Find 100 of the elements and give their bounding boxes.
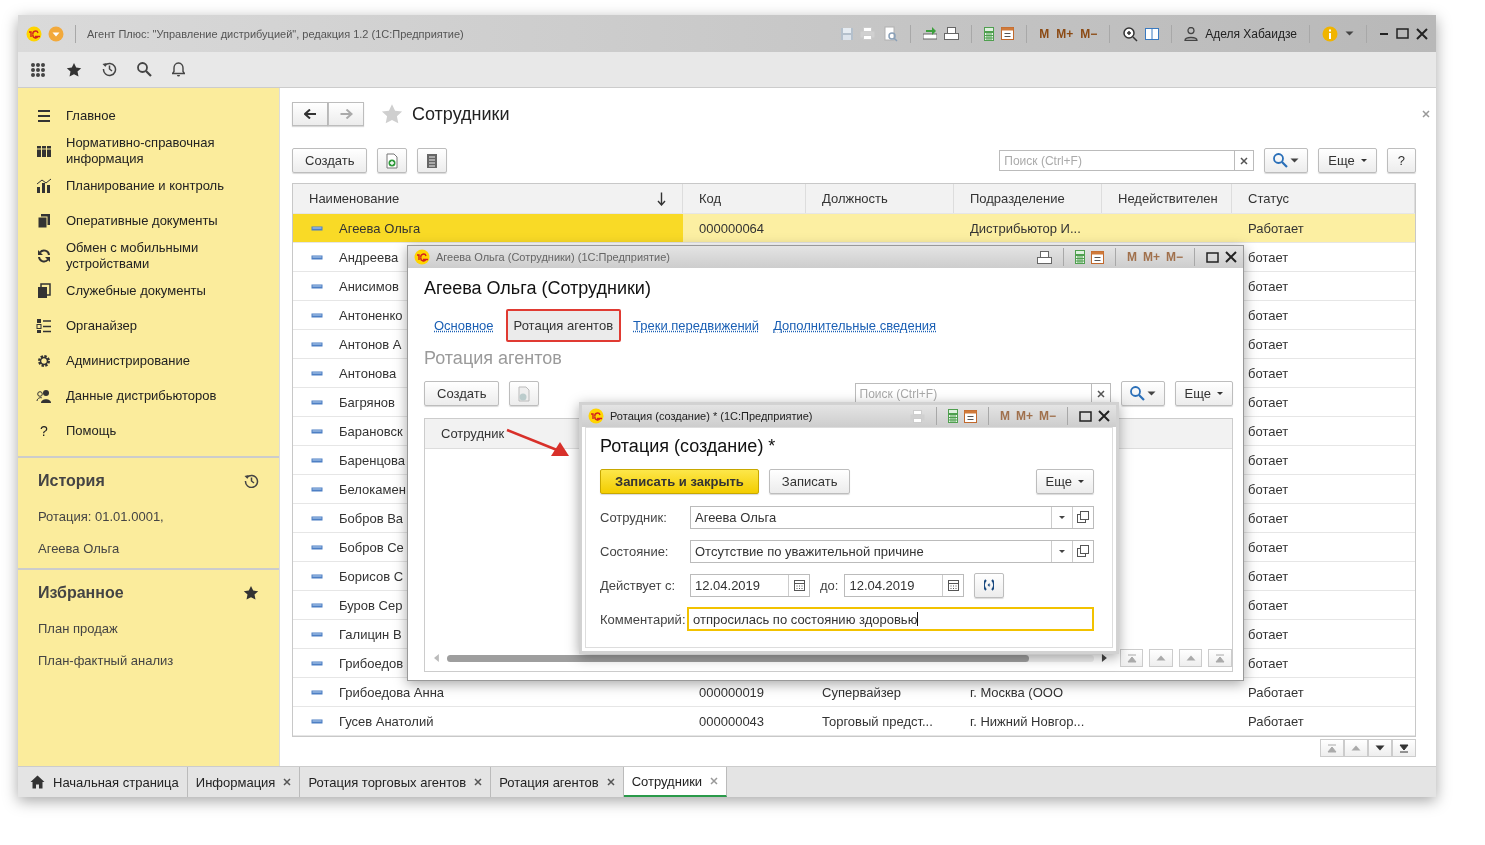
section-link[interactable]: Нормативно-справочная информация xyxy=(66,134,261,167)
column-header[interactable]: Должность xyxy=(806,184,954,213)
list-button[interactable] xyxy=(417,148,448,173)
close-icon[interactable] xyxy=(474,778,483,786)
section-link[interactable]: Органайзер xyxy=(66,317,137,334)
calculator-icon[interactable] xyxy=(1074,250,1085,264)
form-tab[interactable]: Ротация агентов xyxy=(505,309,622,342)
favorite-star-icon[interactable] xyxy=(380,102,404,126)
panel-icon[interactable] xyxy=(1145,27,1160,40)
callout-arrow xyxy=(505,428,571,458)
history-link[interactable]: Ротация: 01.01.0001, xyxy=(38,509,259,524)
form-tab[interactable]: Треки передвижений xyxy=(631,314,762,337)
maximize-icon[interactable] xyxy=(1079,410,1092,422)
tray-icon[interactable] xyxy=(944,27,960,40)
section-link[interactable]: Служебные документы xyxy=(66,282,206,299)
window-tab[interactable]: Ротация агентов xyxy=(491,767,624,797)
close-icon[interactable] xyxy=(1416,27,1428,40)
clear-button[interactable] xyxy=(1234,150,1255,171)
scrollbar[interactable] xyxy=(446,654,1094,662)
column-header[interactable]: Недействителен xyxy=(1102,184,1232,213)
bell-icon[interactable] xyxy=(172,62,185,77)
close-icon[interactable] xyxy=(1225,251,1237,263)
select-field[interactable]: Агеева Ольга xyxy=(690,505,1094,529)
section-link[interactable]: Помощь xyxy=(66,422,117,439)
scroll-right-icon[interactable] xyxy=(1099,653,1108,663)
search-field[interactable]: Поиск (Ctrl+F) xyxy=(999,150,1235,171)
favorite-link[interactable]: План-фактный анализ xyxy=(38,653,259,668)
section-link[interactable]: Обмен с мобильными устройствами xyxy=(66,239,261,272)
calendar-icon[interactable] xyxy=(1090,250,1104,264)
table-row[interactable]: Агеева Ольга 000000064 Дистрибьютор И... Работает xyxy=(293,214,1415,243)
window-tab[interactable]: Ротация торговых агентов xyxy=(300,767,492,797)
calendar-icon[interactable] xyxy=(793,579,805,591)
user-name[interactable]: Аделя Хабаидзе xyxy=(1205,26,1297,41)
window-tab[interactable]: Начальная страница xyxy=(22,767,188,797)
memory-button[interactable]: M+ xyxy=(1056,26,1074,41)
import-icon[interactable] xyxy=(923,27,938,40)
create-button[interactable]: Создать xyxy=(424,381,500,406)
save-button[interactable]: Записать xyxy=(768,469,851,494)
zoom-icon[interactable] xyxy=(1122,25,1139,42)
period-button[interactable] xyxy=(974,572,1005,598)
dropdown-icon[interactable] xyxy=(1059,549,1065,553)
section-link[interactable]: Оперативные документы xyxy=(66,212,218,229)
select-field[interactable]: Отсутствие по уважительной причине xyxy=(690,539,1094,563)
calendar-icon[interactable] xyxy=(1001,27,1015,40)
memory-button[interactable]: M xyxy=(1039,26,1050,41)
dropdown-icon[interactable] xyxy=(1059,515,1065,519)
item-icon xyxy=(311,689,323,695)
window-tab[interactable]: Информация xyxy=(187,767,301,797)
apps-icon[interactable] xyxy=(30,61,46,78)
maximize-icon[interactable] xyxy=(1396,28,1409,39)
caret-icon[interactable] xyxy=(1345,31,1354,36)
calendar-icon[interactable] xyxy=(963,409,977,423)
column-header[interactable]: Наименование xyxy=(293,184,683,213)
save-and-close-button[interactable]: Записать и закрыть xyxy=(600,469,759,494)
close-icon[interactable] xyxy=(1098,410,1110,422)
preview-icon[interactable] xyxy=(882,25,899,42)
add-copy-button[interactable] xyxy=(377,148,408,173)
close-icon[interactable] xyxy=(283,778,292,786)
create-button[interactable]: Создать xyxy=(292,148,368,173)
date-field[interactable]: 12.04.2019 xyxy=(690,573,810,597)
calculator-icon[interactable] xyxy=(984,26,995,41)
column-header[interactable]: Подразделение xyxy=(954,184,1102,213)
section-link[interactable]: Данные дистрибьюторов xyxy=(66,387,217,404)
column-header[interactable]: Статус xyxy=(1232,184,1415,213)
comment-field[interactable]: отпросилась по состоянию здоровью xyxy=(687,607,1094,631)
section-link[interactable]: Администрирование xyxy=(66,352,190,369)
more-button[interactable]: Еще xyxy=(1318,148,1377,173)
star-icon[interactable] xyxy=(243,585,259,601)
close-icon[interactable] xyxy=(606,778,615,786)
calendar-icon[interactable] xyxy=(947,579,959,591)
section-link[interactable]: Планирование и контроль xyxy=(66,177,224,194)
open-icon[interactable] xyxy=(1077,545,1089,557)
calculator-icon[interactable] xyxy=(947,409,958,423)
form-tab[interactable]: Основное xyxy=(432,314,496,337)
column-header[interactable]: Сотрудник xyxy=(441,426,505,441)
history-link[interactable]: Агеева Ольга xyxy=(38,541,259,556)
search-field[interactable]: Поиск (Ctrl+F) xyxy=(854,383,1091,404)
table-row[interactable]: Гусев Анатолий 000000043 Торговый предст... г. Нижний Новгор... Работает xyxy=(293,707,1415,736)
back-button[interactable] xyxy=(292,102,328,126)
star-icon[interactable] xyxy=(66,61,82,78)
open-icon[interactable] xyxy=(1077,511,1089,523)
search-icon[interactable] xyxy=(137,62,152,77)
more-button[interactable]: Еще xyxy=(1035,469,1094,494)
minimize-icon[interactable] xyxy=(1379,32,1389,35)
search-button[interactable] xyxy=(1120,381,1165,406)
memory-button[interactable]: M− xyxy=(1080,26,1098,41)
section-link[interactable]: Главное xyxy=(66,107,116,124)
help-button[interactable]: ? xyxy=(1386,148,1416,173)
search-button[interactable] xyxy=(1264,148,1309,173)
history-icon[interactable] xyxy=(244,473,259,489)
date-field[interactable]: 12.04.2019 xyxy=(844,573,965,597)
column-header[interactable]: Код xyxy=(683,184,806,213)
maximize-icon[interactable] xyxy=(1206,251,1219,263)
more-button[interactable]: Еще xyxy=(1174,381,1233,406)
form-heading: Агеева Ольга (Сотрудники) xyxy=(424,278,652,299)
form-tab[interactable]: Дополнительные сведения xyxy=(771,314,939,337)
tray-icon[interactable] xyxy=(1036,250,1052,264)
favorite-link[interactable]: План продаж xyxy=(38,621,259,636)
history-icon[interactable] xyxy=(102,62,117,77)
window-tab[interactable]: Сотрудники xyxy=(623,767,728,797)
